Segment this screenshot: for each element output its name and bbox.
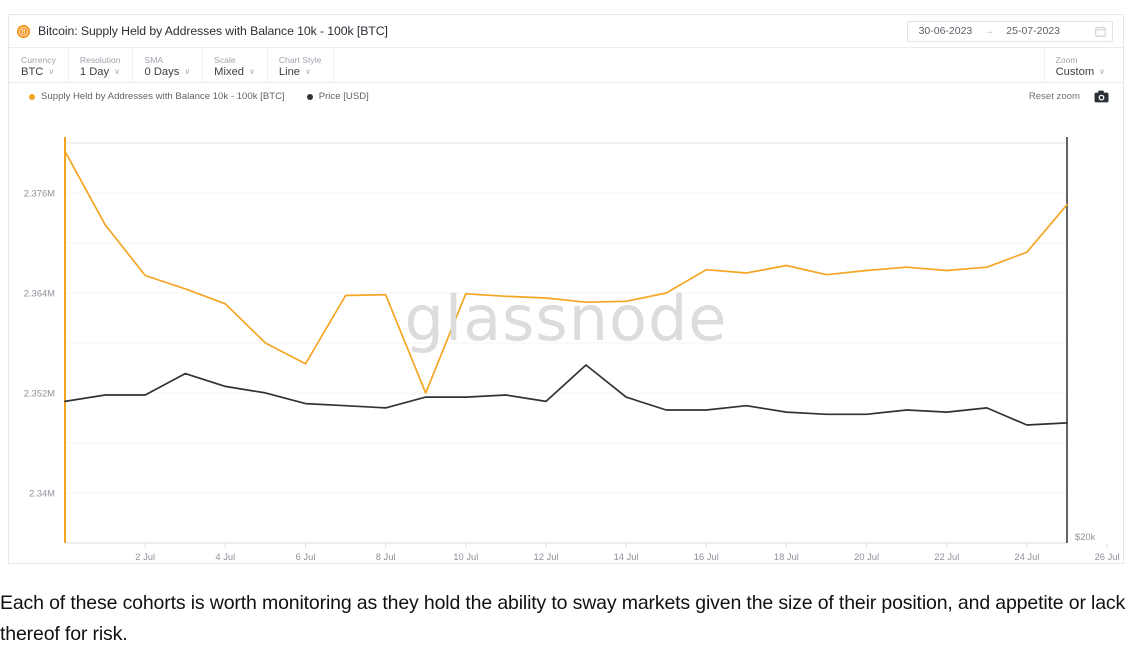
chart-legend: Supply Held by Addresses with Balance 10… (9, 83, 1123, 110)
control-currency[interactable]: Currency BTC ∨ (9, 48, 69, 82)
x-axis-tick-label: 18 Jul (774, 551, 799, 562)
x-axis-tick-label: 14 Jul (614, 551, 639, 562)
svg-text:B: B (21, 28, 26, 36)
date-range-picker[interactable]: 30-06-2023 → 25-07-2023 (906, 20, 1113, 42)
control-scale[interactable]: Scale Mixed ∨ (203, 48, 268, 82)
chevron-down-icon: ∨ (1099, 67, 1105, 76)
date-to-input[interactable]: 25-07-2023 (1001, 25, 1065, 37)
widget-header: B Bitcoin: Supply Held by Addresses with… (9, 15, 1123, 48)
control-zoom-value: Custom (1055, 65, 1095, 78)
x-axis-tick-label: 26 Jul (1095, 551, 1120, 562)
y-axis-left-tick-label: 2.364M (24, 288, 55, 299)
x-axis-tick-label: 6 Jul (296, 551, 316, 562)
page-top-strip (0, 0, 1132, 14)
y-axis-left-tick-label: 2.352M (24, 388, 55, 399)
chevron-down-icon: ∨ (305, 67, 311, 76)
x-axis-tick-label: 20 Jul (854, 551, 879, 562)
x-axis-tick-label: 8 Jul (376, 551, 396, 562)
x-axis-tick-label: 12 Jul (533, 551, 558, 562)
legend-item-price[interactable]: Price [USD] (306, 91, 369, 102)
date-range-arrow-icon: → (984, 25, 995, 37)
x-axis-tick-label: 4 Jul (215, 551, 235, 562)
control-scale-value: Mixed (214, 65, 245, 78)
control-resolution[interactable]: Resolution 1 Day ∨ (69, 48, 134, 82)
y-axis-left-tick-label: 2.34M (29, 488, 55, 499)
toolbar-spacer (334, 48, 1045, 82)
control-resolution-label: Resolution (79, 54, 121, 65)
x-axis-tick-label: 22 Jul (934, 551, 959, 562)
control-resolution-value: 1 Day (79, 65, 110, 78)
control-zoom[interactable]: Zoom Custom ∨ (1045, 48, 1123, 82)
y-axis-left-tick-label: 2.376M (24, 188, 55, 199)
control-sma-value: 0 Days (144, 65, 180, 78)
x-axis-tick-label: 10 Jul (453, 551, 478, 562)
legend-color-swatch-supply (29, 93, 35, 100)
control-scale-label: Scale (214, 54, 236, 65)
bitcoin-icon: B (17, 24, 30, 38)
date-from-input[interactable]: 30-06-2023 (914, 25, 978, 37)
series-line-supply (64, 150, 1068, 394)
control-chart-style-label: Chart Style (278, 54, 322, 65)
chevron-down-icon: ∨ (48, 67, 55, 76)
chart-toolbar: Currency BTC ∨ Resolution 1 Day ∨ SMA 0 … (9, 48, 1123, 83)
reset-zoom-button[interactable]: Reset zoom (1029, 91, 1080, 102)
legend-label-supply: Supply Held by Addresses with Balance 10… (41, 91, 285, 102)
control-sma-label: SMA (144, 54, 164, 65)
control-sma[interactable]: SMA 0 Days ∨ (133, 48, 204, 82)
chart-plot-area[interactable]: glassnode 2.34M 2.352M 2.364M 2.376M $20k 2 J… (9, 110, 1123, 562)
chevron-down-icon: ∨ (184, 67, 191, 76)
legend-item-supply[interactable]: Supply Held by Addresses with Balance 10… (29, 91, 285, 102)
control-currency-label: Currency (21, 54, 56, 65)
series-line-price (64, 364, 1068, 426)
control-currency-value: BTC (21, 65, 44, 78)
chart-canvas[interactable]: 2.34M 2.352M 2.364M 2.376M $20k 2 Jul 4 Jul 6 J… (9, 110, 1123, 562)
x-axis-tick-label: 2 Jul (135, 551, 155, 562)
control-chart-style-value: Line (278, 65, 301, 78)
camera-icon[interactable] (1094, 90, 1109, 103)
glassnode-chart-widget: B Bitcoin: Supply Held by Addresses with… (8, 14, 1124, 564)
article-caption: Each of these cohorts is worth monitorin… (0, 592, 1126, 645)
legend-label-price: Price [USD] (318, 91, 369, 102)
x-axis-tick-label: 24 Jul (1014, 551, 1039, 562)
calendar-icon[interactable] (1095, 26, 1106, 37)
y-axis-right-tick-label: $20k (1075, 531, 1096, 542)
chevron-down-icon: ∨ (114, 67, 120, 76)
x-axis-tick-label: 16 Jul (694, 551, 719, 562)
control-chart-style[interactable]: Chart Style Line ∨ (268, 48, 335, 82)
chevron-down-icon: ∨ (249, 67, 255, 76)
page-title: Bitcoin: Supply Held by Addresses with B… (38, 24, 388, 38)
legend-color-swatch-price (306, 93, 313, 100)
control-zoom-label: Zoom (1055, 54, 1078, 65)
